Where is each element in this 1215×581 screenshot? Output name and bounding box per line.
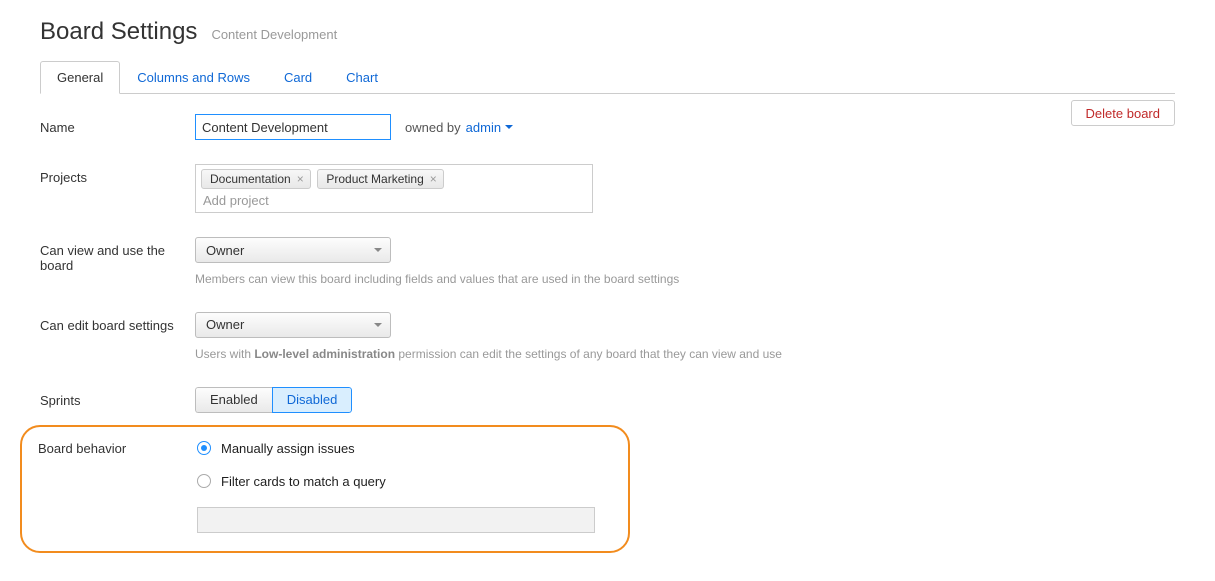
- sprints-disabled-button[interactable]: Disabled: [272, 387, 353, 413]
- can-view-label: Can view and use the board: [40, 237, 195, 273]
- tab-chart[interactable]: Chart: [329, 61, 395, 94]
- board-behavior-highlight: Board behavior Manually assign issues Fi…: [20, 425, 630, 553]
- projects-placeholder: Add project: [201, 191, 587, 208]
- remove-tag-icon[interactable]: ×: [430, 172, 437, 186]
- can-edit-label: Can edit board settings: [40, 312, 195, 333]
- behavior-manual-radio[interactable]: [197, 441, 211, 455]
- board-name-input[interactable]: [195, 114, 391, 140]
- delete-board-button[interactable]: Delete board: [1071, 100, 1175, 126]
- page-subtitle: Content Development: [211, 27, 337, 42]
- name-label: Name: [40, 114, 195, 135]
- owned-by-label: owned by admin: [405, 114, 513, 140]
- settings-tabs: General Columns and Rows Card Chart: [40, 60, 1175, 94]
- caret-down-icon: [374, 323, 382, 327]
- project-tag: Documentation ×: [201, 169, 311, 189]
- can-edit-help: Users with Low-level administration perm…: [195, 346, 782, 363]
- projects-input[interactable]: Documentation × Product Marketing × Add …: [195, 164, 593, 213]
- projects-label: Projects: [40, 164, 195, 185]
- behavior-query-input[interactable]: [197, 507, 595, 533]
- radio-dot-icon: [201, 445, 207, 451]
- can-view-help: Members can view this board including fi…: [195, 271, 679, 288]
- sprints-label: Sprints: [40, 387, 195, 408]
- behavior-manual-label: Manually assign issues: [221, 441, 355, 456]
- behavior-filter-label: Filter cards to match a query: [221, 474, 386, 489]
- caret-down-icon: [505, 125, 513, 129]
- board-behavior-label: Board behavior: [38, 441, 197, 456]
- project-tag: Product Marketing ×: [317, 169, 443, 189]
- owner-dropdown[interactable]: admin: [466, 120, 513, 135]
- sprints-toggle: Enabled Disabled: [195, 387, 352, 413]
- tab-columns-rows[interactable]: Columns and Rows: [120, 61, 267, 94]
- tab-card[interactable]: Card: [267, 61, 329, 94]
- sprints-enabled-button[interactable]: Enabled: [195, 387, 272, 413]
- can-view-select[interactable]: Owner: [195, 237, 391, 263]
- can-edit-select[interactable]: Owner: [195, 312, 391, 338]
- remove-tag-icon[interactable]: ×: [297, 172, 304, 186]
- behavior-filter-radio[interactable]: [197, 474, 211, 488]
- tab-general[interactable]: General: [40, 61, 120, 94]
- caret-down-icon: [374, 248, 382, 252]
- page-title: Board Settings: [40, 18, 197, 46]
